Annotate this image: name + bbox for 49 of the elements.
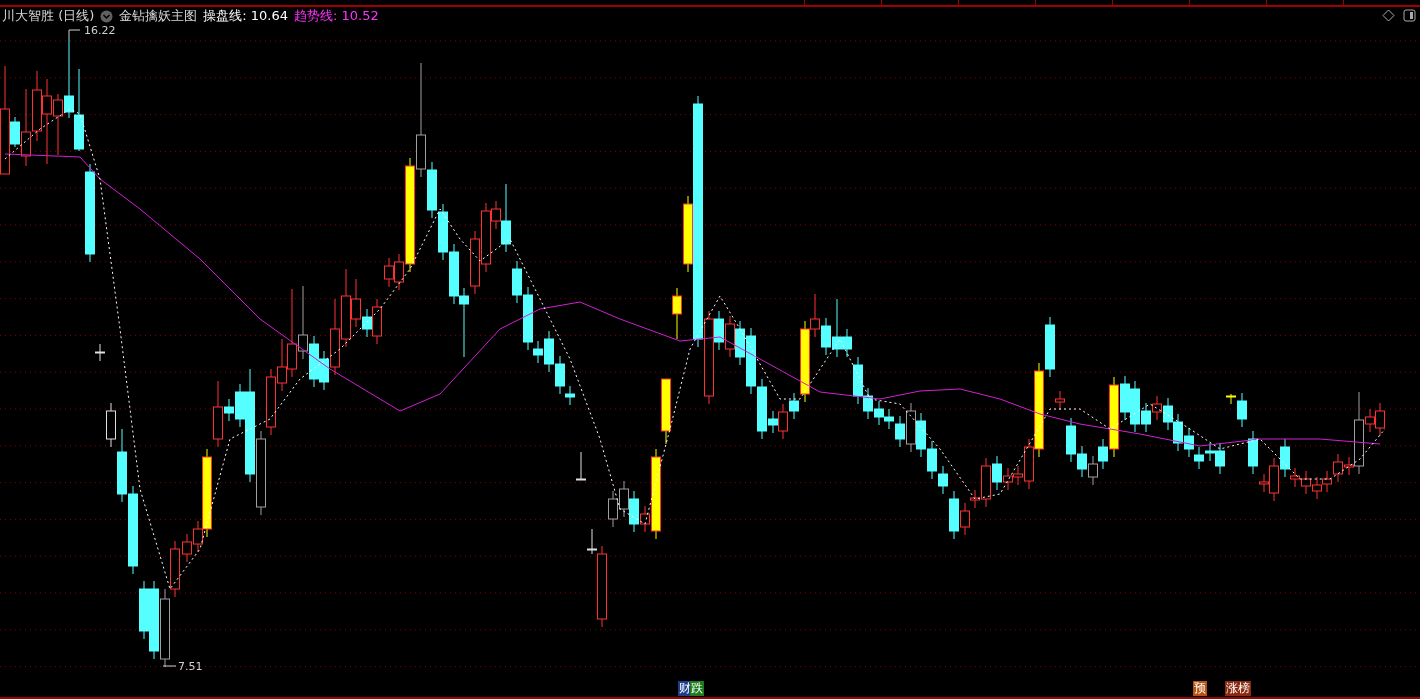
candlestick [438,203,448,261]
candlestick [1088,455,1098,486]
candlestick [53,93,63,156]
candlestick [1312,476,1322,500]
event-tag[interactable]: 涨榜 [1225,680,1251,696]
high-marker-line [68,29,81,40]
candlestick [1322,470,1332,493]
candlestick [459,287,469,358]
indicator-value: 操盘线: 10.64 [203,7,288,26]
high-price-label: 16.22 [84,23,116,37]
stock-title: 川大智胜 (日线) [2,7,95,26]
chevron-icon[interactable] [100,9,114,23]
candlestick [874,400,884,426]
candlestick [661,378,671,445]
candlestick [1184,427,1194,458]
candlestick [139,580,149,640]
candlestick [1152,395,1162,421]
candlestick [470,230,480,295]
candlestick [927,440,937,480]
candlestick [1194,446,1204,470]
candlestick [449,243,459,305]
candlestick [170,540,180,598]
candlestick [608,490,618,528]
candlestick [576,451,586,481]
diamond-icon[interactable] [1382,8,1395,22]
indicator-name[interactable]: 金钻擒妖主图 [119,7,198,26]
candlestick [916,412,926,458]
candlestick [95,343,105,362]
event-tag[interactable]: 预 [1193,680,1207,696]
candlestick [1375,402,1385,437]
candlestick [1066,417,1076,463]
candlestick [266,368,276,436]
low-marker-line [162,665,177,667]
candlestick [1173,413,1183,452]
event-tag[interactable]: 跌 [690,680,704,696]
panel-icon[interactable] [1403,8,1416,22]
candlestick [309,335,319,388]
candlestick [672,287,682,340]
candlestick [1301,470,1311,495]
candlestick [1163,397,1173,431]
candlestick [1077,445,1087,478]
candlestick [1055,390,1065,411]
candlestick [619,480,629,518]
low-price-label: 7.51 [178,659,203,673]
candlestick [182,533,192,563]
candlestick [384,257,394,288]
indicator-value: 趋势线: 10.52 [294,7,379,26]
candlestick [32,70,42,142]
candlestick [725,315,735,358]
